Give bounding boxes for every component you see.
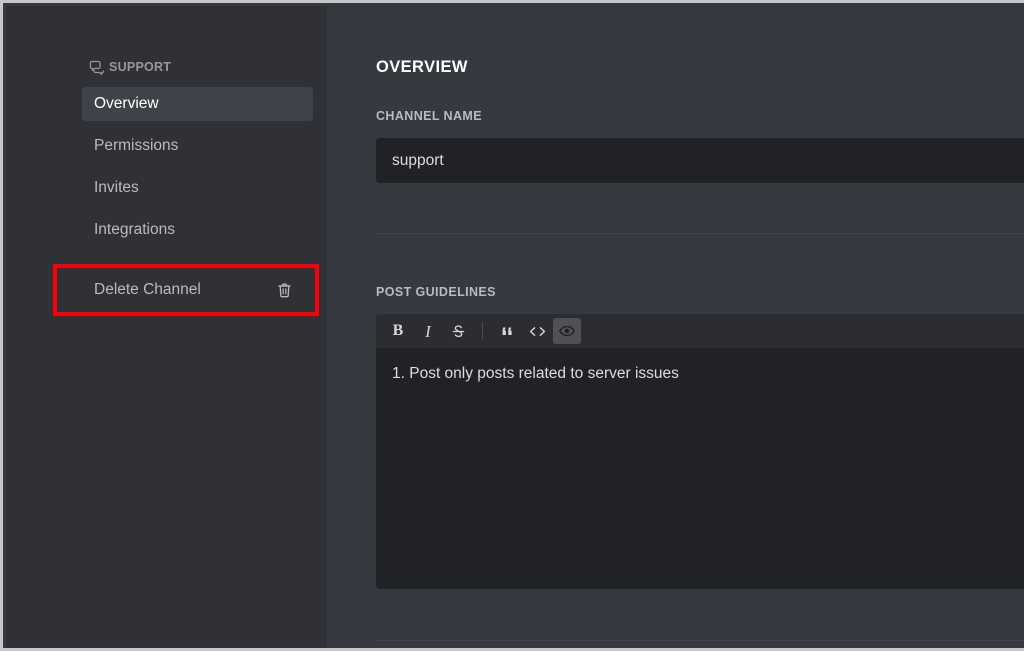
preview-eye-icon[interactable] xyxy=(553,318,581,344)
post-guidelines-textarea[interactable]: 1. Post only posts related to server iss… xyxy=(376,348,1024,589)
channel-name-label: CHANNEL NAME xyxy=(376,109,482,123)
settings-sidebar: SUPPORT Overview Permissions Invites Int… xyxy=(6,6,327,648)
sidebar-item-label: Invites xyxy=(94,179,139,196)
sidebar-item-label: Overview xyxy=(94,95,159,112)
code-block-icon[interactable] xyxy=(523,318,551,344)
sidebar-channel-name: SUPPORT xyxy=(109,60,172,74)
toolbar-divider xyxy=(482,322,483,340)
sidebar-item-label: Permissions xyxy=(94,137,179,154)
sidebar-item-label: Integrations xyxy=(94,221,175,238)
sidebar-channel-header: SUPPORT xyxy=(89,58,171,76)
sidebar-item-integrations[interactable]: Integrations xyxy=(82,213,313,247)
post-guidelines-content: 1. Post only posts related to server iss… xyxy=(392,365,679,382)
sidebar-item-permissions[interactable]: Permissions xyxy=(82,129,313,163)
post-guidelines-label: POST GUIDELINES xyxy=(376,285,496,299)
italic-icon[interactable]: I xyxy=(414,318,442,344)
page-title: OVERVIEW xyxy=(376,58,468,76)
section-divider xyxy=(376,233,1024,234)
discord-channel-settings-window: SUPPORT Overview Permissions Invites Int… xyxy=(0,0,1024,651)
forum-channel-icon xyxy=(89,60,104,75)
sidebar-item-overview[interactable]: Overview xyxy=(82,87,313,121)
strikethrough-icon[interactable] xyxy=(444,318,472,344)
sidebar-item-invites[interactable]: Invites xyxy=(82,171,313,205)
section-divider xyxy=(376,640,1024,641)
editor-toolbar: B I xyxy=(376,314,1024,348)
delete-channel-label: Delete Channel xyxy=(94,281,201,298)
blockquote-icon[interactable] xyxy=(493,318,521,344)
bold-icon[interactable]: B xyxy=(384,318,412,344)
trash-icon xyxy=(277,282,301,299)
channel-name-input[interactable] xyxy=(376,138,1024,183)
sidebar-item-delete-channel[interactable]: Delete Channel xyxy=(82,273,313,307)
post-guidelines-editor: B I 1. Post only posts related to server… xyxy=(376,314,1024,589)
settings-main-panel: OVERVIEW CHANNEL NAME POST GUIDELINES B … xyxy=(327,6,1024,648)
